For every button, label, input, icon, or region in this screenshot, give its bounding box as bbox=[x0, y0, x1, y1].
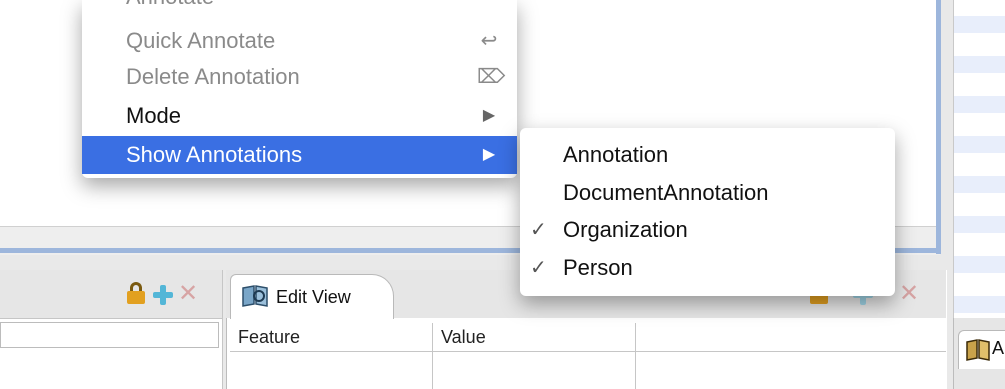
checkmark-icon: ✓ bbox=[530, 257, 547, 279]
right-striped-list[interactable] bbox=[953, 0, 1005, 318]
delete-key-icon: ⌦ bbox=[477, 66, 506, 88]
book-icon bbox=[242, 285, 268, 307]
submenu-arrow-icon: ▶ bbox=[482, 107, 496, 124]
list-row[interactable] bbox=[954, 16, 1005, 33]
menu-item-label: Quick Annotate bbox=[126, 28, 276, 53]
list-row[interactable] bbox=[954, 136, 1005, 153]
submenu-item-label: Person bbox=[563, 255, 633, 280]
show-annotations-submenu: Annotation DocumentAnnotation ✓ Organiza… bbox=[520, 128, 895, 296]
submenu-item-annotation[interactable]: Annotation bbox=[520, 136, 895, 174]
keyboard-shortcut-icon: ⌘↩ bbox=[462, 0, 486, 10]
column-divider bbox=[635, 351, 636, 389]
list-row[interactable] bbox=[954, 56, 1005, 73]
left-view-table-header bbox=[0, 322, 219, 348]
edit-view-table-header: Feature Value bbox=[230, 323, 946, 352]
submenu-item-organization[interactable]: ✓ Organization bbox=[520, 211, 895, 249]
submenu-item-label: DocumentAnnotation bbox=[563, 180, 769, 205]
add-icon[interactable] bbox=[152, 284, 174, 306]
tab-edit-view-label: Edit View bbox=[276, 287, 351, 307]
return-key-icon: ↩ bbox=[480, 30, 498, 52]
menu-item-mode[interactable]: Mode ▶ bbox=[82, 97, 517, 135]
submenu-arrow-icon: ▶ bbox=[482, 146, 496, 163]
editor-focus-border bbox=[936, 0, 941, 254]
menu-item-annotate[interactable]: Annotate ⌘↩ bbox=[82, 0, 517, 16]
left-view-toolbar: ✕ bbox=[0, 270, 222, 319]
context-menu: Annotate ⌘↩ Quick Annotate ↩ Delete Anno… bbox=[82, 0, 517, 178]
list-row[interactable] bbox=[954, 216, 1005, 233]
checkmark-icon: ✓ bbox=[530, 219, 547, 241]
menu-item-label: Annotate bbox=[126, 0, 214, 16]
remove-icon[interactable]: ✕ bbox=[898, 282, 920, 306]
menu-item-label: Mode bbox=[126, 103, 182, 128]
menu-item-quick-annotate[interactable]: Quick Annotate ↩ bbox=[82, 22, 517, 60]
list-row[interactable] bbox=[954, 96, 1005, 113]
list-row[interactable] bbox=[954, 176, 1005, 193]
tab-annotation-view-label: A bbox=[992, 338, 1005, 358]
lock-icon[interactable] bbox=[127, 282, 145, 304]
column-header-feature[interactable]: Feature bbox=[230, 323, 433, 351]
column-divider bbox=[432, 351, 433, 389]
column-header-value[interactable]: Value bbox=[433, 323, 636, 351]
list-row[interactable] bbox=[954, 256, 1005, 273]
menu-item-label: Show Annotations bbox=[126, 142, 303, 167]
submenu-item-label: Organization bbox=[563, 217, 688, 242]
menu-item-show-annotations[interactable]: Show Annotations ▶ bbox=[82, 136, 517, 174]
remove-icon[interactable]: ✕ bbox=[177, 282, 199, 306]
book-icon bbox=[966, 339, 990, 361]
list-row[interactable] bbox=[954, 296, 1005, 313]
submenu-item-label: Annotation bbox=[563, 142, 669, 167]
submenu-item-person[interactable]: ✓ Person bbox=[520, 249, 895, 287]
menu-item-delete-annotation[interactable]: Delete Annotation ⌦ bbox=[82, 58, 517, 96]
menu-item-label: Delete Annotation bbox=[126, 64, 300, 89]
submenu-item-documentannotation[interactable]: DocumentAnnotation bbox=[520, 174, 895, 212]
